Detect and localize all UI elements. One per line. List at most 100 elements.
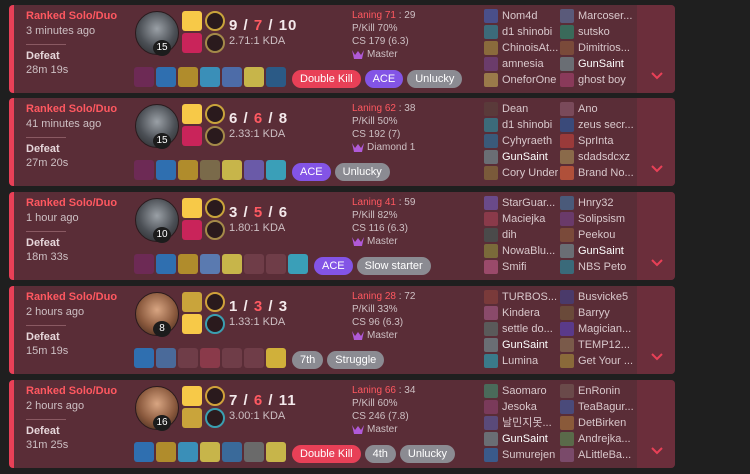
player-name[interactable]: GunSaint — [578, 58, 624, 70]
player-name[interactable]: Nom4d — [502, 10, 537, 22]
player-row[interactable]: Dimitrios... — [560, 40, 634, 56]
item-icon[interactable] — [178, 160, 198, 180]
player-name[interactable]: Jesoka — [502, 401, 537, 413]
player-name[interactable]: Brand No... — [578, 167, 634, 179]
player-name[interactable]: SprInta — [578, 135, 613, 147]
player-name[interactable]: Dean — [502, 103, 528, 115]
item-icon[interactable] — [200, 442, 220, 462]
summoner-spell-icon[interactable] — [182, 198, 202, 218]
player-row[interactable]: d1 shinobi — [484, 24, 558, 40]
player-row[interactable]: ChinoisAt... — [484, 40, 558, 56]
player-name[interactable]: Solipsism — [578, 213, 625, 225]
item-icon[interactable] — [266, 67, 286, 87]
secondary-rune-icon[interactable] — [205, 126, 225, 146]
player-name[interactable]: sutsko — [578, 26, 610, 38]
player-name[interactable]: Cory Under — [502, 167, 558, 179]
item-icon[interactable] — [156, 442, 176, 462]
match-card[interactable]: Ranked Solo/Duo 2 hours ago Defeat 15m 19s 8… — [9, 286, 675, 374]
summoner-spell-icon[interactable] — [182, 104, 202, 124]
player-name[interactable]: Saomaro — [502, 385, 547, 397]
expand-details-button[interactable] — [637, 98, 675, 186]
item-icon[interactable] — [288, 254, 308, 274]
item-icon[interactable] — [156, 348, 176, 368]
keystone-rune-icon[interactable] — [205, 104, 225, 124]
item-icon[interactable] — [178, 442, 198, 462]
player-row[interactable]: amnesia — [484, 56, 558, 72]
item-icon[interactable] — [200, 348, 220, 368]
player-row[interactable]: Sumurejen — [484, 447, 558, 463]
player-row[interactable]: Andrejka... — [560, 431, 634, 447]
player-name[interactable]: Barryy — [578, 307, 610, 319]
player-name[interactable]: Get Your ... — [578, 355, 633, 367]
player-name[interactable]: 날민지못... — [502, 417, 552, 429]
player-row[interactable]: Magician... — [560, 321, 634, 337]
player-name[interactable]: ChinoisAt... — [502, 42, 558, 54]
player-row[interactable]: OneforOne — [484, 72, 558, 88]
expand-details-button[interactable] — [637, 192, 675, 280]
player-name[interactable]: dih — [502, 229, 517, 241]
player-row[interactable]: Hnry32 — [560, 195, 634, 211]
player-name[interactable]: zeus secr... — [578, 119, 634, 131]
match-card[interactable]: Ranked Solo/Duo 3 minutes ago Defeat 28m 19… — [9, 5, 675, 93]
player-name[interactable]: ALittleBa... — [578, 449, 631, 461]
player-row[interactable]: Cory Under — [484, 165, 558, 181]
summoner-spell-icon[interactable] — [182, 126, 202, 146]
player-name[interactable]: Maciejka — [502, 213, 545, 225]
player-name[interactable]: Hnry32 — [578, 197, 613, 209]
player-row[interactable]: d1 shinobi — [484, 117, 558, 133]
expand-details-button[interactable] — [637, 5, 675, 93]
player-row[interactable]: Peekou — [560, 227, 634, 243]
keystone-rune-icon[interactable] — [205, 292, 225, 312]
player-name[interactable]: TeaBagur... — [578, 401, 634, 413]
player-name[interactable]: StarGuar... — [502, 197, 555, 209]
summoner-spell-icon[interactable] — [182, 408, 202, 428]
player-row[interactable]: TeaBagur... — [560, 399, 634, 415]
player-name[interactable]: Busvicke5 — [578, 291, 628, 303]
player-name[interactable]: EnRonin — [578, 385, 620, 397]
secondary-rune-icon[interactable] — [205, 33, 225, 53]
player-row[interactable]: GunSaint — [560, 56, 634, 72]
player-row[interactable]: SprInta — [560, 133, 634, 149]
player-name[interactable]: Magician... — [578, 323, 631, 335]
player-name[interactable]: Andrejka... — [578, 433, 631, 445]
item-icon[interactable] — [222, 442, 242, 462]
player-row[interactable]: GunSaint — [484, 149, 558, 165]
player-row[interactable]: 날민지못... — [484, 415, 558, 431]
player-row[interactable]: Barryy — [560, 305, 634, 321]
player-name[interactable]: Lumina — [502, 355, 538, 367]
item-icon[interactable] — [200, 160, 220, 180]
player-row[interactable]: NowaBlu... — [484, 243, 558, 259]
player-row[interactable]: Solipsism — [560, 211, 634, 227]
player-name[interactable]: amnesia — [502, 58, 544, 70]
player-row[interactable]: EnRonin — [560, 383, 634, 399]
player-name[interactable]: Peekou — [578, 229, 615, 241]
player-name[interactable]: GunSaint — [502, 339, 548, 351]
player-name[interactable]: GunSaint — [502, 433, 548, 445]
secondary-rune-icon[interactable] — [205, 408, 225, 428]
item-icon[interactable] — [222, 67, 242, 87]
player-name[interactable]: Cyhyraeth — [502, 135, 552, 147]
player-name[interactable]: Smifi — [502, 261, 526, 273]
match-card[interactable]: Ranked Solo/Duo 41 minutes ago Defeat 27m 2… — [9, 98, 675, 186]
player-row[interactable]: Marcoser... — [560, 8, 634, 24]
item-icon[interactable] — [266, 348, 286, 368]
player-row[interactable]: ALittleBa... — [560, 447, 634, 463]
player-row[interactable]: Busvicke5 — [560, 289, 634, 305]
player-row[interactable]: NBS Peto — [560, 259, 634, 275]
player-row[interactable]: DetBirken — [560, 415, 634, 431]
player-row[interactable]: TEMP12... — [560, 337, 634, 353]
player-row[interactable]: settle do... — [484, 321, 558, 337]
player-row[interactable]: GunSaint — [560, 243, 634, 259]
player-name[interactable]: settle do... — [502, 323, 553, 335]
player-name[interactable]: GunSaint — [578, 245, 624, 257]
player-row[interactable]: Kindera — [484, 305, 558, 321]
keystone-rune-icon[interactable] — [205, 198, 225, 218]
player-name[interactable]: TEMP12... — [578, 339, 630, 351]
player-row[interactable]: ghost boy — [560, 72, 634, 88]
summoner-spell-icon[interactable] — [182, 220, 202, 240]
player-row[interactable]: TURBOS... — [484, 289, 558, 305]
item-icon[interactable] — [134, 442, 154, 462]
item-icon[interactable] — [244, 67, 264, 87]
player-row[interactable]: Ano — [560, 101, 634, 117]
secondary-rune-icon[interactable] — [205, 314, 225, 334]
